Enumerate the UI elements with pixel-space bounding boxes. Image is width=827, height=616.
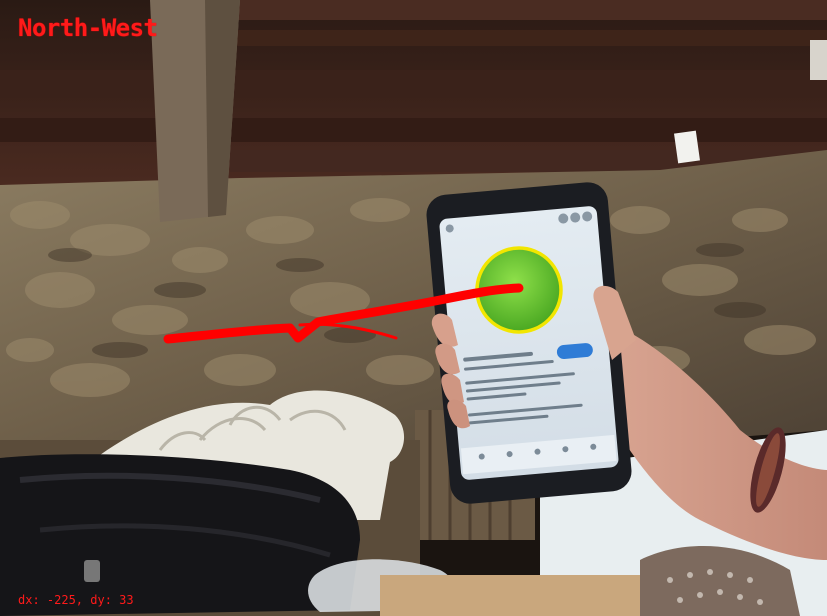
camera-scene xyxy=(0,0,827,616)
corner-box xyxy=(810,40,827,80)
ceiling-plank xyxy=(230,0,827,20)
bag-zipper-pull xyxy=(84,560,100,582)
direction-label: North-West xyxy=(18,14,158,42)
table-edge xyxy=(380,575,640,616)
wall-sign xyxy=(674,130,700,164)
ceiling-beam xyxy=(0,118,827,142)
motion-readout: dx: -225, dy: 33 xyxy=(18,593,134,607)
video-frame: North-West dx: -225, dy: 33 xyxy=(0,0,827,616)
ceiling-beam xyxy=(0,70,827,98)
ceiling-plank xyxy=(230,30,827,46)
